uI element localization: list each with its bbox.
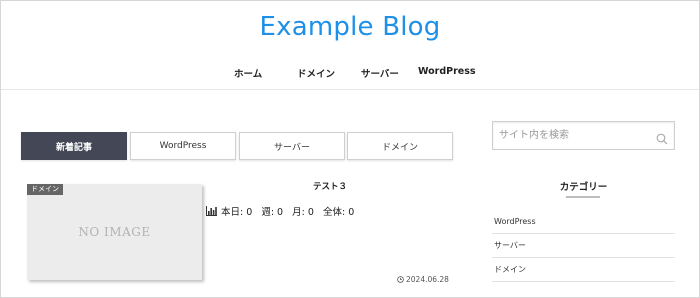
- nav-item-domain[interactable]: ドメイン: [297, 66, 335, 80]
- page-view-counter: 本日: 0 週: 0 月: 0 全体: 0: [206, 205, 355, 218]
- category-item-wordpress[interactable]: WordPress: [492, 210, 675, 234]
- category-widget-title: カテゴリー: [559, 182, 608, 193]
- clock-icon: [397, 276, 404, 283]
- tab-wordpress[interactable]: WordPress: [130, 132, 236, 160]
- sidebar-search: [492, 121, 675, 150]
- post-date: 2024.06.28: [397, 275, 449, 284]
- tab-server[interactable]: サーバー: [239, 132, 345, 160]
- widget-title-underline: [566, 196, 600, 198]
- global-nav: ホーム ドメイン サーバー WordPress: [1, 66, 699, 80]
- no-image-placeholder: NO IMAGE: [78, 225, 151, 239]
- post-thumbnail[interactable]: NO IMAGE: [27, 184, 202, 280]
- search-icon[interactable]: [656, 130, 668, 145]
- bar-chart-icon: [206, 206, 217, 216]
- tab-new-posts[interactable]: 新着記事: [21, 132, 127, 160]
- category-item-server[interactable]: サーバー: [492, 234, 675, 258]
- search-input[interactable]: [499, 122, 649, 149]
- page-view-text: 本日: 0 週: 0 月: 0 全体: 0: [221, 207, 355, 218]
- nav-item-wordpress[interactable]: WordPress: [418, 66, 476, 77]
- header-divider: [1, 89, 699, 90]
- nav-item-home[interactable]: ホーム: [234, 66, 262, 80]
- post-title[interactable]: テスト３: [313, 180, 347, 192]
- site-title[interactable]: Example Blog: [1, 12, 699, 42]
- post-category-label: ドメイン: [27, 184, 63, 195]
- nav-item-server[interactable]: サーバー: [361, 66, 399, 80]
- post-date-text: 2024.06.28: [406, 275, 449, 284]
- tab-domain[interactable]: ドメイン: [347, 132, 453, 160]
- category-item-domain[interactable]: ドメイン: [492, 258, 675, 282]
